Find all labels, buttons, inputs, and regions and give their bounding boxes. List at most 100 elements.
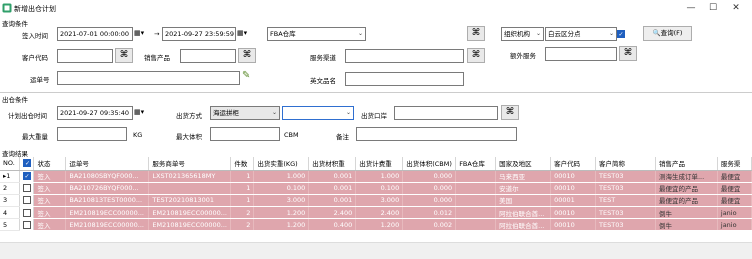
- cell-vol-weight[interactable]: 0.400: [308, 218, 357, 232]
- select-all-checkbox[interactable]: ✓: [23, 159, 32, 168]
- cell-provider-no[interactable]: LXST021365618MY: [148, 170, 232, 183]
- row-checkbox[interactable]: ✓: [22, 172, 31, 181]
- ship-method-select[interactable]: 海运拼柜 ⌄: [210, 106, 280, 120]
- col-header-provider-no[interactable]: 服务商单号: [148, 157, 232, 171]
- cell-cbm[interactable]: 0.002: [402, 218, 457, 232]
- cell-weight[interactable]: 1.200: [253, 206, 310, 220]
- cell-waybill[interactable]: BA210726BYQF000...: [65, 182, 150, 195]
- cell-country[interactable]: 安道尔: [495, 182, 552, 195]
- row-checkbox[interactable]: [22, 184, 31, 193]
- cell-fba[interactable]: [455, 194, 497, 208]
- warehouse-select[interactable]: FBA仓库 ⌄: [267, 27, 366, 41]
- col-header-status[interactable]: 状态: [33, 157, 67, 171]
- binoculars-icon[interactable]: ⌘: [238, 48, 256, 63]
- edit-icon[interactable]: ✎: [242, 70, 250, 81]
- cell-provider-no[interactable]: EM210819ECC00000...: [148, 218, 232, 232]
- cell-cust-name[interactable]: TEST: [595, 194, 656, 208]
- cell-channel[interactable]: 最便宜: [717, 194, 752, 208]
- col-header-no[interactable]: NO.: [0, 157, 21, 171]
- cell-cbm[interactable]: 0.000: [402, 170, 457, 183]
- cell-cbm[interactable]: 0.000: [402, 194, 457, 208]
- col-header-fba[interactable]: FBA仓库: [455, 157, 497, 171]
- cell-cust-code[interactable]: 00001: [550, 194, 597, 208]
- col-header-product[interactable]: 销售产品: [655, 157, 718, 171]
- binoculars-icon[interactable]: ⌘: [501, 105, 519, 120]
- cell-cust-name[interactable]: TEST03: [595, 206, 656, 220]
- binoculars-icon[interactable]: ⌘: [467, 26, 485, 41]
- cell-fba[interactable]: [455, 218, 497, 232]
- cell-vol-weight[interactable]: 0.001: [308, 182, 357, 195]
- cell-charge-weight[interactable]: 2.400: [355, 206, 404, 220]
- cell-fba[interactable]: [455, 170, 497, 183]
- cell-weight[interactable]: 1.200: [253, 218, 310, 232]
- cell-charge-weight[interactable]: 0.100: [355, 182, 404, 195]
- cell-channel[interactable]: janio: [717, 206, 752, 220]
- cell-pieces[interactable]: 1: [230, 182, 255, 195]
- cell-weight[interactable]: 3.000: [253, 194, 310, 208]
- cell-cbm[interactable]: 0.012: [402, 206, 457, 220]
- col-header-cust-name[interactable]: 客户简称: [595, 157, 656, 171]
- cell-cust-code[interactable]: 00010: [550, 170, 597, 183]
- col-header-channel[interactable]: 服务渠: [717, 157, 752, 171]
- cell-status[interactable]: 签入: [33, 218, 67, 232]
- cell-status[interactable]: 签入: [33, 194, 67, 208]
- cell-product[interactable]: 倒牛: [655, 218, 718, 232]
- cell-vol-weight[interactable]: 0.001: [308, 170, 357, 183]
- row-select-cell[interactable]: [19, 182, 35, 195]
- cell-cust-code[interactable]: 00010: [550, 206, 597, 220]
- sales-product-field[interactable]: [180, 49, 236, 63]
- row-checkbox[interactable]: [22, 196, 31, 205]
- cell-fba[interactable]: [455, 206, 497, 220]
- cell-country[interactable]: 马来西亚: [495, 170, 552, 183]
- cell-charge-weight[interactable]: 1.200: [355, 218, 404, 232]
- cell-product[interactable]: 最便宜的产品: [655, 182, 718, 195]
- table-row[interactable]: ▸1 ✓ 签入 BA21080SBYQF000... LXST021365618MY 1 1…: [0, 170, 752, 183]
- col-header-weight[interactable]: 出货实重(KG): [253, 157, 310, 171]
- port-field[interactable]: [394, 106, 498, 120]
- sign-time-to-field[interactable]: 2021-09-27 23:59:59: [162, 27, 236, 41]
- cell-pieces[interactable]: 1: [230, 170, 255, 183]
- row-select-cell[interactable]: [19, 206, 35, 220]
- row-checkbox[interactable]: [22, 220, 31, 229]
- remark-field[interactable]: [356, 127, 517, 141]
- cell-cust-name[interactable]: TEST03: [595, 182, 656, 195]
- cell-provider-no[interactable]: EM210819ECC00000...: [148, 206, 232, 220]
- cell-charge-weight[interactable]: 3.000: [355, 194, 404, 208]
- cell-pieces[interactable]: 1: [230, 194, 255, 208]
- cell-country[interactable]: 美国: [495, 194, 552, 208]
- cell-channel[interactable]: 最便宜: [717, 170, 752, 183]
- row-select-cell[interactable]: [19, 218, 35, 232]
- col-header-cust-code[interactable]: 客户代码: [550, 157, 597, 171]
- max-volume-field[interactable]: [210, 127, 280, 141]
- table-row[interactable]: 2 签入 BA210726BYQF000... 1 0.100 0.001 0.100 0.0…: [0, 182, 752, 195]
- service-channel-field[interactable]: [345, 49, 464, 63]
- row-select-cell[interactable]: ✓: [19, 170, 35, 183]
- cell-cbm[interactable]: 0.000: [402, 182, 457, 195]
- waybill-field[interactable]: [57, 71, 240, 85]
- binoculars-icon[interactable]: ⌘: [115, 48, 133, 63]
- col-header-select[interactable]: ✓: [19, 157, 35, 171]
- cell-channel[interactable]: janio: [717, 218, 752, 232]
- cell-charge-weight[interactable]: 1.000: [355, 170, 404, 183]
- binoculars-icon[interactable]: ⌘: [467, 48, 485, 63]
- calendar-icon[interactable]: ▦▾: [134, 27, 144, 39]
- cell-provider-no[interactable]: TEST20210813001: [148, 194, 232, 208]
- cell-pieces[interactable]: 2: [230, 218, 255, 232]
- cell-status[interactable]: 签入: [33, 206, 67, 220]
- cell-vol-weight[interactable]: 0.001: [308, 194, 357, 208]
- col-header-pieces[interactable]: 件数: [230, 157, 255, 171]
- cell-waybill[interactable]: EM210819ECC00000...: [65, 206, 150, 220]
- customer-code-field[interactable]: [57, 49, 113, 63]
- cell-weight[interactable]: 0.100: [253, 182, 310, 195]
- cell-vol-weight[interactable]: 2.400: [308, 206, 357, 220]
- row-select-cell[interactable]: [19, 194, 35, 208]
- maximize-button[interactable]: ☐: [706, 2, 720, 14]
- cell-cust-name[interactable]: TEST03: [595, 170, 656, 183]
- cell-country[interactable]: 阿拉伯联合酋...: [495, 206, 552, 220]
- close-button[interactable]: ✕: [729, 2, 743, 14]
- row-checkbox[interactable]: [22, 208, 31, 217]
- english-name-field[interactable]: [345, 72, 464, 86]
- col-header-vol-weight[interactable]: 出货材积重: [308, 157, 357, 171]
- cell-pieces[interactable]: 2: [230, 206, 255, 220]
- col-header-cbm[interactable]: 出货体积(CBM): [402, 157, 457, 171]
